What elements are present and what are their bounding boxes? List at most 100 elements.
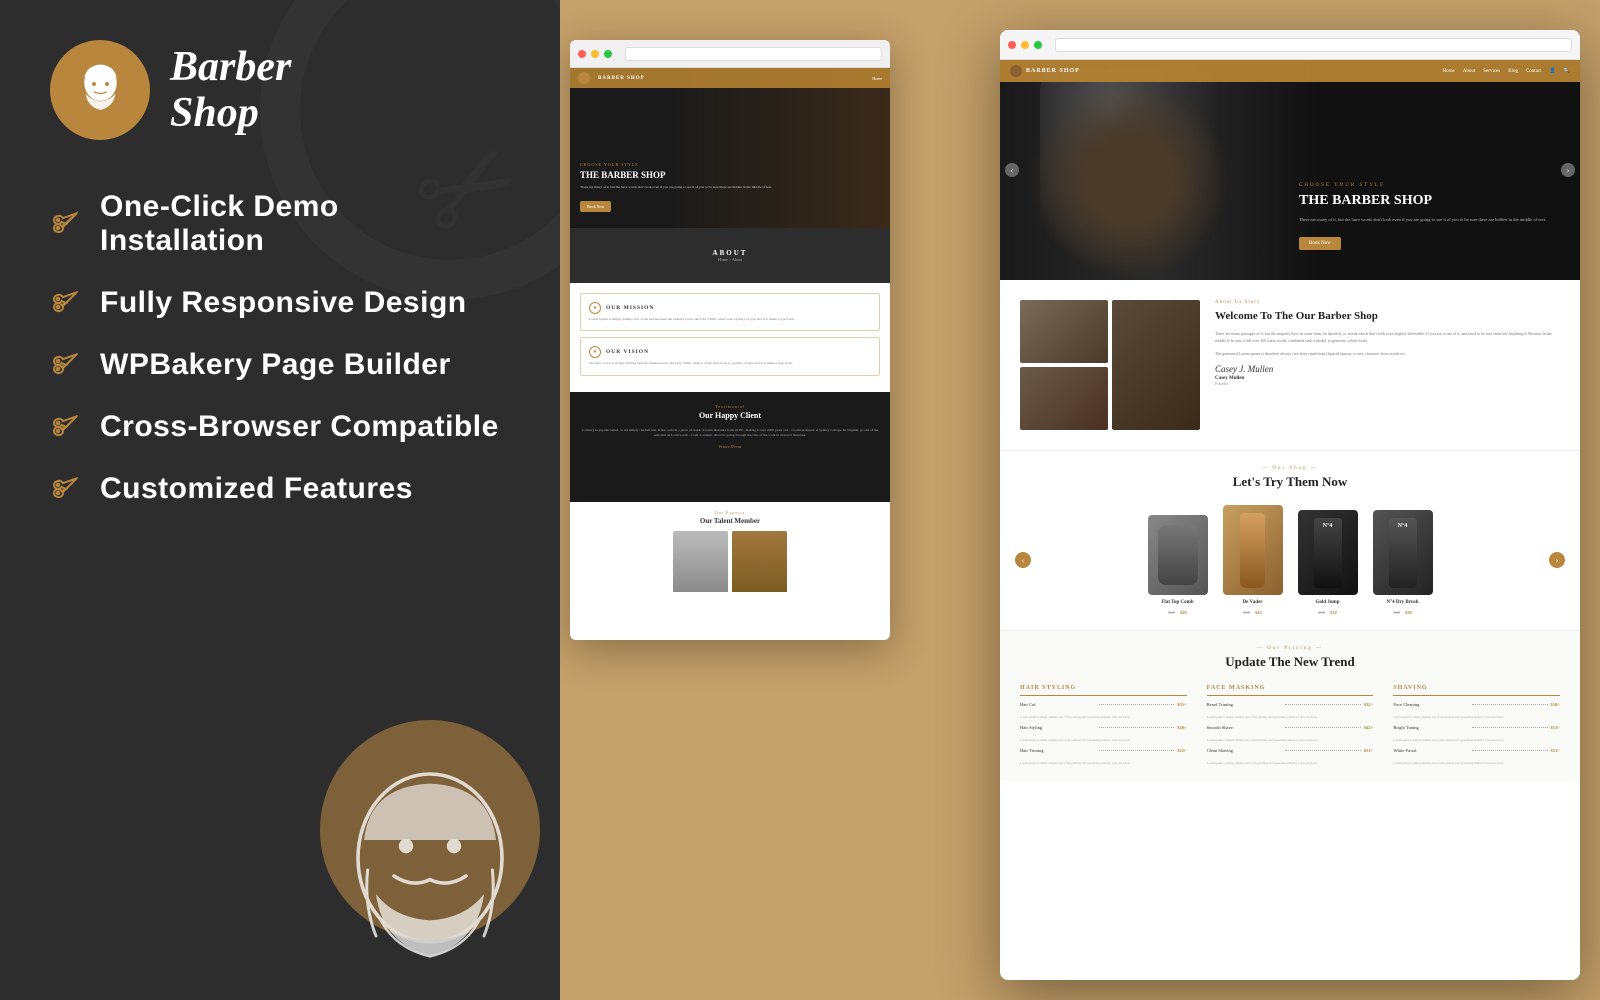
hair-cut-dots [1099,704,1175,705]
vision-box: OUR VISION We offer a rock is of type an… [580,337,880,375]
smooth-shave-name: Smooth Shave [1207,725,1283,730]
pricing-hair-cut: Hair Cut $55/- [1020,702,1187,707]
front-hero: BARBER SHOP Home About Services Blog Con… [1000,60,1580,280]
browser-back: BARBER SHOP Home CHOOSE YOUR STYLE THE B… [570,40,890,640]
shop-prev-arrow[interactable]: ‹ [1015,552,1031,568]
hair-trim-desc: Lorem ipsum is simply dummy text of the … [1020,761,1187,765]
front-nav-logo-icon [1010,65,1022,77]
product-old-price-0: $60 [1168,610,1175,615]
front-max-dot [1034,41,1042,49]
product-img-bottle3: N°4 [1373,510,1433,595]
back-about-title: ABOUT [713,249,748,257]
white-facial-dots [1472,750,1548,751]
front-pricing: Our Pricing Update The New Trend HAIR ST… [1000,630,1580,781]
front-book-btn[interactable]: Book Now [1299,237,1341,250]
beard-trim-name: Beard Triming [1207,702,1283,707]
nav-link-home[interactable]: Home [1443,69,1455,74]
close-dot [578,50,586,58]
about-img-1 [1020,300,1108,363]
hero-prev-arrow[interactable]: ‹ [1005,163,1019,177]
hero-next-arrow[interactable]: › [1561,163,1575,177]
scissors-icon-4 [50,411,82,443]
front-shop: Our Shop Let's Try Them Now ‹ Flat Top C… [1000,450,1580,630]
scissors-icon-3 [50,349,82,381]
white-facial-desc: Lorem ipsum is simply dummy text of the … [1393,761,1560,765]
vision-title: OUR VISION [606,349,649,355]
team-photo-1 [673,531,728,592]
nav-icon-search[interactable]: 🔍 [1564,68,1570,74]
shop-next-arrow[interactable]: › [1549,552,1565,568]
feature-item-custom: Customized Features [50,472,510,506]
about-body-2: The generated Lorem ipsum is therefore a… [1215,351,1560,358]
features-list: One-Click Demo Installation Fully Respon… [50,190,510,506]
clean-shave-desc: Lorem ipsum is simply dummy text of the … [1207,761,1374,765]
bright-tune-name: Bright Tuning [1393,725,1469,730]
back-nav: BARBER SHOP Home [570,68,890,88]
right-panel: BARBER SHOP Home CHOOSE YOUR STYLE THE B… [560,0,1600,1000]
feature-text-wpbakery: WPBakery Page Builder [100,348,451,382]
nav-link-blog[interactable]: Blog [1508,69,1518,74]
scissors-icon-2 [50,287,82,319]
product-new-price-2: $30 [1330,610,1337,615]
hair-trim-name: Hair Triming [1020,748,1096,753]
browser-mockups: BARBER SHOP Home CHOOSE YOUR STYLE THE B… [590,30,1570,970]
smooth-shave-dots [1285,727,1361,728]
product-new-price-1: $45 [1255,610,1262,615]
pricing-label: Our Pricing [1020,646,1560,651]
product-price-row-0: $60 $40 [1168,610,1187,615]
left-panel: ✂ Barber Shop [0,0,560,1000]
product-item-3: N°4 N°4 Dry Brush $40 $28 [1373,510,1433,615]
about-story-label: About Us Story [1215,300,1560,305]
beard-trim-price: $32/- [1364,702,1374,707]
white-facial-price: $51/- [1551,748,1561,753]
browser-front-bar [1000,30,1580,60]
hero-choose-tag: CHOOSE YOUR STYLE [1299,183,1560,188]
product-old-price-2: $52 [1318,610,1325,615]
nav-link-contact[interactable]: Contact [1526,69,1542,74]
feature-text-responsive: Fully Responsive Design [100,286,467,320]
front-hero-title: THE BARBER SHOP [1299,193,1560,210]
logo-text: Barber Shop [170,44,291,136]
max-dot [604,50,612,58]
about-img-3 [1020,367,1108,430]
pricing-hair-style: Hair Styling $20/- [1020,725,1187,730]
back-team: Our Experts Our Talent Member [570,502,890,592]
browser-front: BARBER SHOP Home About Services Blog Con… [1000,30,1580,980]
product-name-3: N°4 Dry Brush [1386,600,1418,605]
back-book-btn[interactable]: Book Now [580,201,611,212]
back-nav-brand: BARBER SHOP [598,76,645,81]
logo-circle [50,40,150,140]
team-title: Our Talent Member [578,517,882,525]
face-clean-desc: Lorem ipsum is simply dummy text of the … [1393,715,1560,719]
back-breadcrumb: Home > About [718,257,742,262]
beard-trim-desc: Lorem ipsum is simply dummy text of the … [1207,715,1374,719]
face-clean-dots [1472,704,1548,705]
about-img-2 [1112,300,1200,430]
pricing-col-hair: HAIR STYLING Hair Cut $55/- Lorem ipsum … [1020,685,1187,766]
pricing-col-shaving: SHAVING Face Cleaning $10/- Lorem ipsum … [1393,685,1560,766]
logo-area: Barber Shop [50,40,510,140]
hair-style-dots [1099,727,1175,728]
feature-item-wpbakery: WPBakery Page Builder [50,348,510,382]
hair-cut-price: $55/- [1177,702,1187,707]
clean-shave-name: Clean Shaving [1207,748,1283,753]
testimonial-label: Testimonial [580,404,880,409]
smooth-shave-desc: Lorem ipsum is simply dummy text of the … [1207,738,1374,742]
mission-box: OUR MISSION Lorem ipsum is simply dummy … [580,293,880,331]
product-price-row-3: $40 $28 [1393,610,1412,615]
nav-link-about[interactable]: About [1463,69,1476,74]
about-signature: Casey J. Mullen [1215,364,1560,374]
front-close-dot [1008,41,1016,49]
hair-style-price: $20/- [1177,725,1187,730]
white-facial-name: White Facial [1393,748,1469,753]
product-img-shaver [1148,515,1208,595]
front-nav: BARBER SHOP Home About Services Blog Con… [1000,60,1580,82]
shop-label: Our Shop [1020,466,1560,471]
feature-item-demo: One-Click Demo Installation [50,190,510,258]
browser-back-bar [570,40,890,68]
front-nav-brand: BARBER SHOP [1026,68,1080,74]
back-nav-links: Home [872,76,882,81]
pricing-bright-tune: Bright Tuning $13/- [1393,725,1560,730]
nav-link-services[interactable]: Services [1483,69,1500,74]
logo-text-barber: Barber [170,44,291,90]
